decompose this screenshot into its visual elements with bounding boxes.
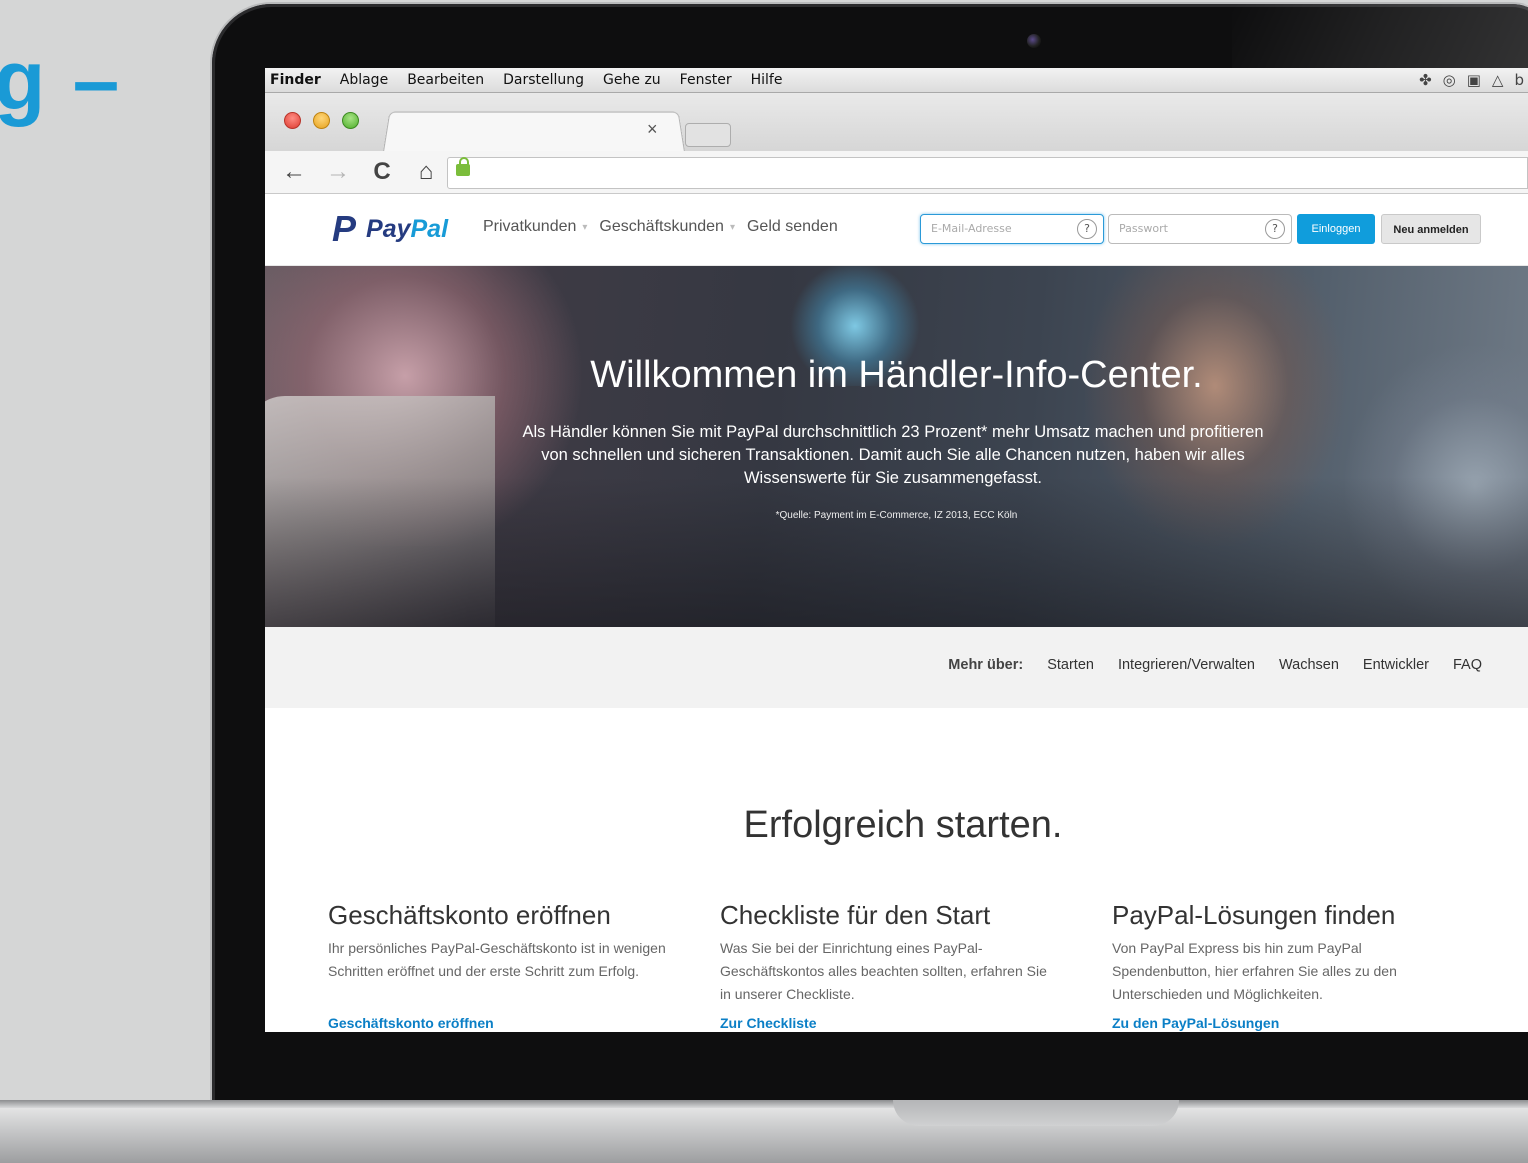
forward-arrow-icon[interactable]: →: [323, 158, 353, 186]
laptop-screen: Finder Ablage Bearbeiten Darstellung Geh…: [265, 68, 1528, 1032]
mac-menubar: Finder Ablage Bearbeiten Darstellung Geh…: [265, 68, 1528, 93]
hero-title: Willkommen im Händler-Info-Center.: [590, 354, 1203, 396]
browser-tabbar: ×: [265, 93, 1528, 152]
menubar-tray: ✤ ◎ ▣ △ b: [1419, 71, 1528, 89]
feature-text: Von PayPal Express bis hin zum PayPal Sp…: [1112, 940, 1397, 1002]
wordmark-pay: Pay: [366, 214, 411, 243]
menu-fenster[interactable]: Fenster: [680, 72, 732, 88]
password-field[interactable]: Passwort ?: [1108, 214, 1292, 244]
paypal-main-nav: Privatkunden ▾ Geschäftskunden ▾ Geld send…: [483, 218, 838, 236]
menu-finder[interactable]: Finder: [270, 72, 321, 88]
subnav-items: Mehr über: Starten Integrieren/Verwalten…: [948, 657, 1482, 673]
feature-heading: Geschäftskonto eröffnen: [328, 900, 611, 930]
browser-toolbar: ← → C ⌂: [265, 151, 1528, 194]
subnav-item-starten[interactable]: Starten: [1047, 657, 1094, 673]
menu-gehe-zu[interactable]: Gehe zu: [603, 72, 661, 88]
nav-geld-senden[interactable]: Geld senden: [747, 218, 838, 236]
feature-column: Geschäftskonto eröffnen Ihr persönliches…: [328, 900, 668, 1031]
feature-text: Ihr persönliches PayPal-Geschäftskonto i…: [328, 940, 666, 979]
hero-text-line: Wissenswerte für Sie zusammengefasst.: [743, 469, 1043, 487]
feature-link[interactable]: Zu den PayPal-Lösungen: [1112, 1015, 1279, 1031]
hero-shade: [265, 477, 1528, 627]
feature-heading: PayPal-Lösungen finden: [1112, 900, 1396, 930]
chevron-down-icon: ▾: [582, 221, 588, 233]
zoom-window-button[interactable]: [342, 112, 359, 129]
home-icon[interactable]: ⌂: [411, 158, 441, 186]
menu-bearbeiten[interactable]: Bearbeiten: [407, 72, 484, 88]
feature-heading: Checkliste für den Start: [720, 900, 991, 930]
feature-column: Checkliste für den Start Was Sie bei der…: [720, 900, 1060, 1031]
browser-tab[interactable]: [383, 111, 685, 152]
chevron-down-icon: ▾: [729, 221, 735, 233]
hero-text-line: von schnellen und sicheren Transaktionen…: [541, 446, 1245, 464]
back-arrow-icon[interactable]: ←: [279, 158, 309, 186]
paypal-logo[interactable]: P PayPal: [332, 211, 448, 247]
subnav-item-wachsen[interactable]: Wachsen: [1279, 657, 1339, 673]
email-field[interactable]: E-Mail-Adresse ?: [920, 214, 1104, 244]
hero-text-line: Als Händler können Sie mit PayPal durchs…: [522, 423, 1264, 441]
nav-privatkunden[interactable]: Privatkunden: [483, 218, 576, 236]
laptop-notch: [893, 1100, 1179, 1126]
close-window-button[interactable]: [284, 112, 301, 129]
hero-banner: Willkommen im Händler-Info-Center. Als H…: [265, 266, 1528, 627]
email-placeholder: E-Mail-Adresse: [931, 222, 1012, 235]
section-subnav: Mehr über: Starten Integrieren/Verwalten…: [265, 627, 1528, 708]
subnav-item-faq[interactable]: FAQ: [1453, 657, 1482, 673]
evernote-icon[interactable]: ▣: [1467, 71, 1481, 89]
section-title: Erfolgreich starten.: [743, 804, 1063, 846]
subnav-item-integrieren[interactable]: Integrieren/Verwalten: [1118, 657, 1255, 673]
password-placeholder: Passwort: [1119, 222, 1168, 235]
reload-icon[interactable]: C: [367, 158, 397, 186]
menu-darstellung[interactable]: Darstellung: [503, 72, 584, 88]
hero-text: Als Händler können Sie mit PayPal durchs…: [480, 421, 1306, 490]
help-icon[interactable]: ?: [1265, 219, 1285, 239]
feature-link[interactable]: Geschäftskonto eröffnen: [328, 1015, 494, 1031]
subnav-label: Mehr über:: [948, 657, 1024, 673]
paypal-mark-icon: P: [332, 208, 357, 249]
paypal-header: P PayPal Privatkunden ▾ Geschäftskunden ▾ …: [265, 194, 1528, 266]
lock-icon: [456, 157, 470, 176]
hero-source-note: *Quelle: Payment im E-Commerce, IZ 2013,…: [775, 510, 1018, 521]
signup-button[interactable]: Neu anmelden: [1381, 214, 1481, 244]
feature-column: PayPal-Lösungen finden Von PayPal Expres…: [1112, 900, 1452, 1031]
page-heading-fragment: g –: [0, 33, 122, 127]
dropbox-icon[interactable]: ✤: [1419, 71, 1432, 89]
tray-text[interactable]: b: [1514, 71, 1524, 89]
menu-hilfe[interactable]: Hilfe: [751, 72, 783, 88]
address-bar[interactable]: [447, 157, 1528, 189]
paypal-wordmark: PayPal: [366, 215, 448, 244]
help-icon[interactable]: ?: [1077, 219, 1097, 239]
creative-cloud-icon[interactable]: ◎: [1443, 71, 1456, 89]
close-icon[interactable]: ×: [647, 119, 658, 140]
minimize-window-button[interactable]: [313, 112, 330, 129]
main-content: Erfolgreich starten. Geschäftskonto eröf…: [265, 708, 1528, 1032]
feature-link[interactable]: Zur Checkliste: [720, 1015, 816, 1031]
laptop-hinge: [0, 1100, 1528, 1108]
wordmark-pal: Pal: [410, 214, 449, 243]
camera-icon: [1027, 34, 1041, 48]
menu-ablage[interactable]: Ablage: [340, 72, 388, 88]
login-button[interactable]: Einloggen: [1297, 214, 1375, 244]
google-drive-icon[interactable]: △: [1492, 71, 1504, 89]
subnav-item-entwickler[interactable]: Entwickler: [1363, 657, 1429, 673]
new-tab-button[interactable]: [685, 123, 731, 147]
nav-geschaeftskunden[interactable]: Geschäftskunden: [599, 218, 724, 236]
feature-text: Was Sie bei der Einrichtung eines PayPal…: [720, 940, 1047, 1002]
laptop-base: [0, 1100, 1528, 1163]
